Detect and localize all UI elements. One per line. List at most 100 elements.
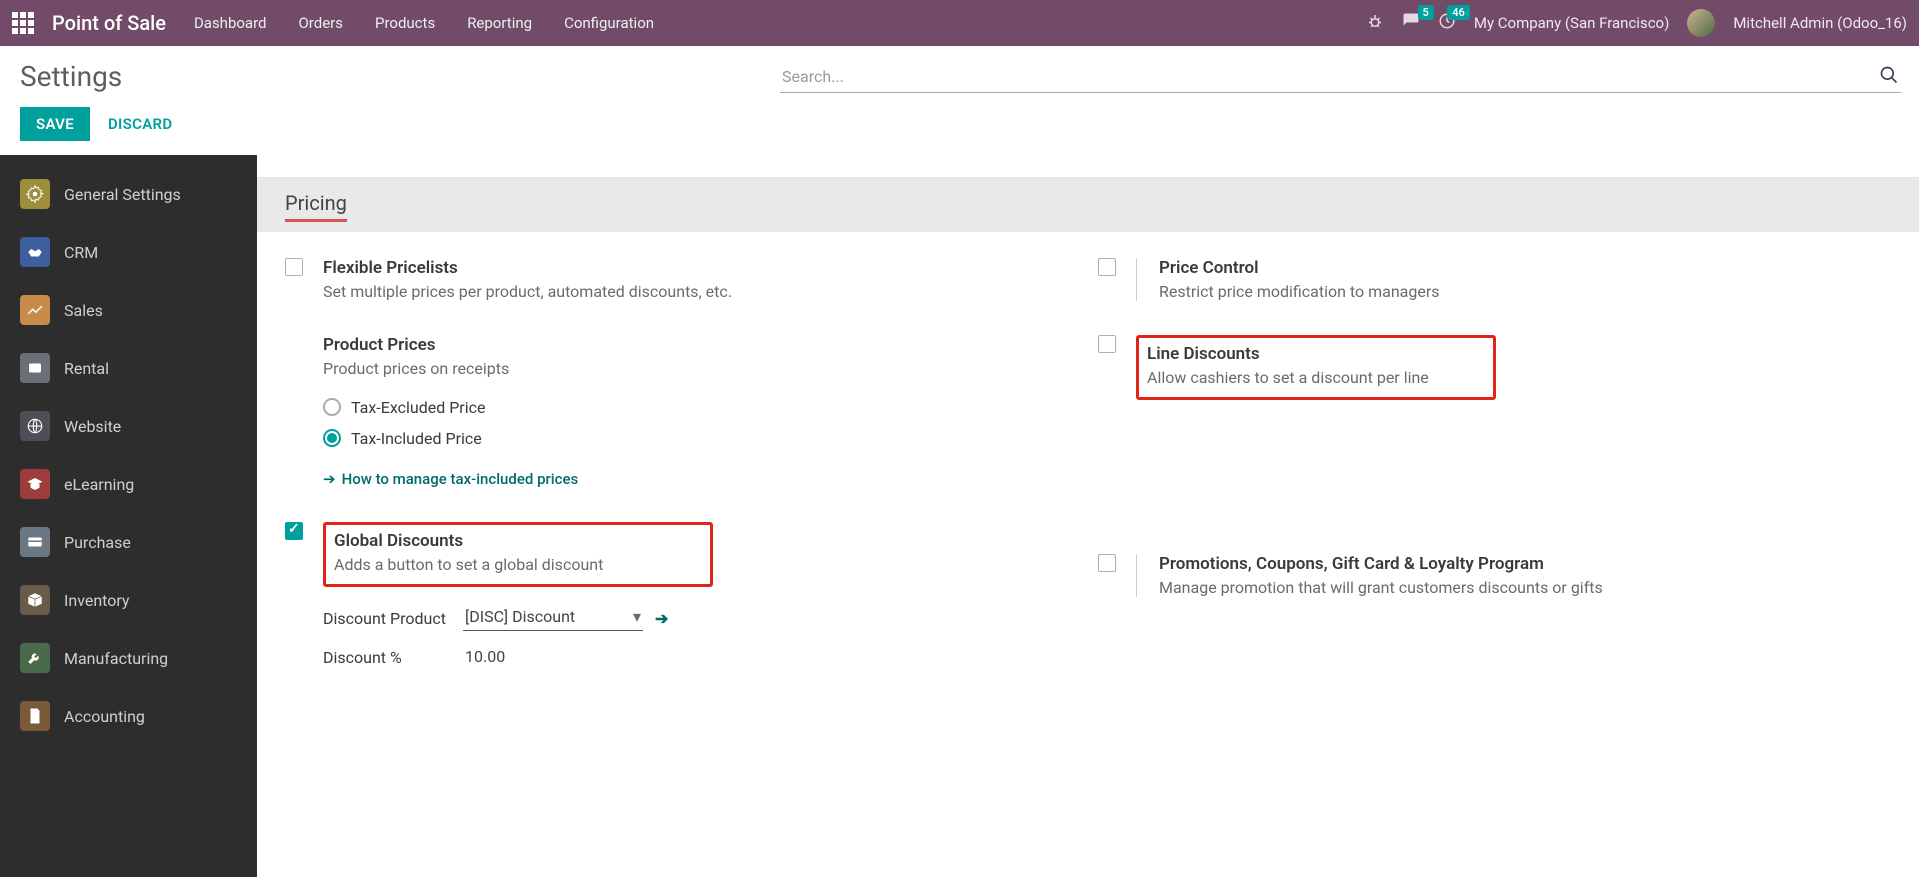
checkbox-flexible-pricelists[interactable]	[285, 258, 303, 276]
setting-desc: Restrict price modification to managers	[1159, 282, 1891, 301]
page-title: Settings	[20, 60, 780, 93]
nav-orders[interactable]: Orders	[298, 14, 343, 32]
company-switcher[interactable]: My Company (San Francisco)	[1474, 14, 1669, 32]
bug-icon[interactable]	[1366, 12, 1384, 34]
radio-tax-included[interactable]	[323, 429, 341, 447]
settings-col-right: Price Control Restrict price modificatio…	[1098, 258, 1891, 682]
setting-title: Price Control	[1159, 258, 1891, 278]
content-area[interactable]: Pricing Flexible Pricelists Set multiple…	[257, 155, 1919, 877]
header-row: Settings	[0, 46, 1919, 99]
app-brand[interactable]: Point of Sale	[52, 11, 166, 35]
sidebar-item-label: Rental	[64, 359, 109, 378]
setting-title: Line Discounts	[1147, 344, 1479, 364]
doc-icon	[20, 701, 50, 731]
radio-label: Tax-Excluded Price	[351, 398, 485, 417]
setting-product-prices: Product Prices Product prices on receipt…	[285, 335, 1078, 488]
chat-icon[interactable]: 5	[1402, 12, 1420, 34]
setting-desc: Allow cashiers to set a discount per lin…	[1147, 368, 1479, 387]
setting-title: Global Discounts	[334, 531, 696, 551]
search-wrap	[780, 61, 1899, 93]
avatar[interactable]	[1687, 9, 1715, 37]
search-icon[interactable]	[1879, 65, 1899, 89]
external-link-icon[interactable]: ➔	[655, 609, 668, 628]
help-link-tax[interactable]: ➔ How to manage tax-included prices	[323, 470, 578, 488]
help-link-label: How to manage tax-included prices	[342, 470, 579, 488]
settings-grid: Flexible Pricelists Set multiple prices …	[257, 232, 1919, 702]
sidebar-item-label: Website	[64, 417, 121, 436]
box-icon	[20, 585, 50, 615]
key-icon	[20, 353, 50, 383]
sidebar-item-website[interactable]: Website	[0, 397, 257, 455]
checkbox-global-discounts[interactable]	[285, 522, 303, 540]
gear-icon	[20, 179, 50, 209]
action-row: SAVE DISCARD	[0, 99, 1919, 155]
setting-desc: Manage promotion that will grant custome…	[1159, 578, 1891, 597]
top-navbar: Point of Sale Dashboard Orders Products …	[0, 0, 1919, 46]
setting-line-discounts: Line Discounts Allow cashiers to set a d…	[1098, 335, 1891, 400]
sidebar-item-purchase[interactable]: Purchase	[0, 513, 257, 571]
user-menu[interactable]: Mitchell Admin (Odoo_16)	[1733, 14, 1907, 32]
globe-icon	[20, 411, 50, 441]
setting-price-control: Price Control Restrict price modificatio…	[1098, 258, 1891, 301]
sidebar-item-inventory[interactable]: Inventory	[0, 571, 257, 629]
handshake-icon	[20, 237, 50, 267]
section-title: Pricing	[285, 191, 347, 222]
sidebar-item-label: Accounting	[64, 707, 145, 726]
section-header-pricing: Pricing	[257, 177, 1919, 232]
input-discount-pc[interactable]: 10.00	[463, 645, 643, 670]
sidebar-item-label: Manufacturing	[64, 649, 168, 668]
card-icon	[20, 527, 50, 557]
discard-button[interactable]: DISCARD	[104, 107, 176, 141]
search-input[interactable]	[780, 61, 1901, 93]
checkbox-promotions[interactable]	[1098, 554, 1116, 572]
checkbox-price-control[interactable]	[1098, 258, 1116, 276]
setting-title: Product Prices	[323, 335, 1078, 355]
checkbox-line-discounts[interactable]	[1098, 335, 1116, 353]
radio-label: Tax-Included Price	[351, 429, 482, 448]
nav-products[interactable]: Products	[375, 14, 435, 32]
sidebar-item-general-settings[interactable]: General Settings	[0, 165, 257, 223]
settings-sidebar[interactable]: General Settings CRM Sales Rental Websit…	[0, 155, 257, 877]
setting-desc: Set multiple prices per product, automat…	[323, 282, 1078, 301]
body: General Settings CRM Sales Rental Websit…	[0, 155, 1919, 877]
sidebar-item-label: General Settings	[64, 185, 181, 204]
setting-desc: Product prices on receipts	[323, 359, 1078, 378]
setting-desc: Adds a button to set a global discount	[334, 555, 696, 574]
label-discount-product: Discount Product	[323, 609, 463, 628]
save-button[interactable]: SAVE	[20, 107, 90, 141]
setting-promotions: Promotions, Coupons, Gift Card & Loyalty…	[1098, 554, 1891, 597]
chat-badge: 5	[1418, 5, 1434, 20]
sidebar-item-rental[interactable]: Rental	[0, 339, 257, 397]
settings-col-left: Flexible Pricelists Set multiple prices …	[285, 258, 1078, 682]
clock-badge: 46	[1447, 5, 1470, 20]
cap-icon	[20, 469, 50, 499]
apps-icon[interactable]	[12, 12, 34, 34]
sidebar-item-manufacturing[interactable]: Manufacturing	[0, 629, 257, 687]
select-discount-product[interactable]: [DISC] Discount ▾	[463, 605, 643, 631]
setting-title: Flexible Pricelists	[323, 258, 1078, 278]
sidebar-item-accounting[interactable]: Accounting	[0, 687, 257, 745]
setting-global-discounts: Global Discounts Adds a button to set a …	[285, 522, 1078, 670]
clock-icon[interactable]: 46	[1438, 12, 1456, 34]
trend-icon	[20, 295, 50, 325]
sidebar-item-label: eLearning	[64, 475, 134, 494]
nav-right: 5 46 My Company (San Francisco) Mitchell…	[1366, 9, 1907, 37]
nav-dashboard[interactable]: Dashboard	[194, 14, 267, 32]
radio-tax-excluded[interactable]	[323, 398, 341, 416]
select-value: [DISC] Discount	[465, 607, 575, 626]
nav-reporting[interactable]: Reporting	[467, 14, 532, 32]
wrench-icon	[20, 643, 50, 673]
label-discount-pc: Discount %	[323, 648, 463, 667]
sidebar-item-label: Inventory	[64, 591, 130, 610]
sidebar-item-elearning[interactable]: eLearning	[0, 455, 257, 513]
sidebar-item-crm[interactable]: CRM	[0, 223, 257, 281]
sidebar-item-sales[interactable]: Sales	[0, 281, 257, 339]
setting-title: Promotions, Coupons, Gift Card & Loyalty…	[1159, 554, 1891, 574]
sidebar-item-label: CRM	[64, 243, 98, 262]
arrow-right-icon: ➔	[323, 470, 336, 488]
nav-links: Dashboard Orders Products Reporting Conf…	[194, 14, 1366, 32]
nav-configuration[interactable]: Configuration	[564, 14, 654, 32]
sidebar-item-label: Sales	[64, 301, 103, 320]
highlight-global-discounts: Global Discounts Adds a button to set a …	[323, 522, 713, 587]
highlight-line-discounts: Line Discounts Allow cashiers to set a d…	[1136, 335, 1496, 400]
